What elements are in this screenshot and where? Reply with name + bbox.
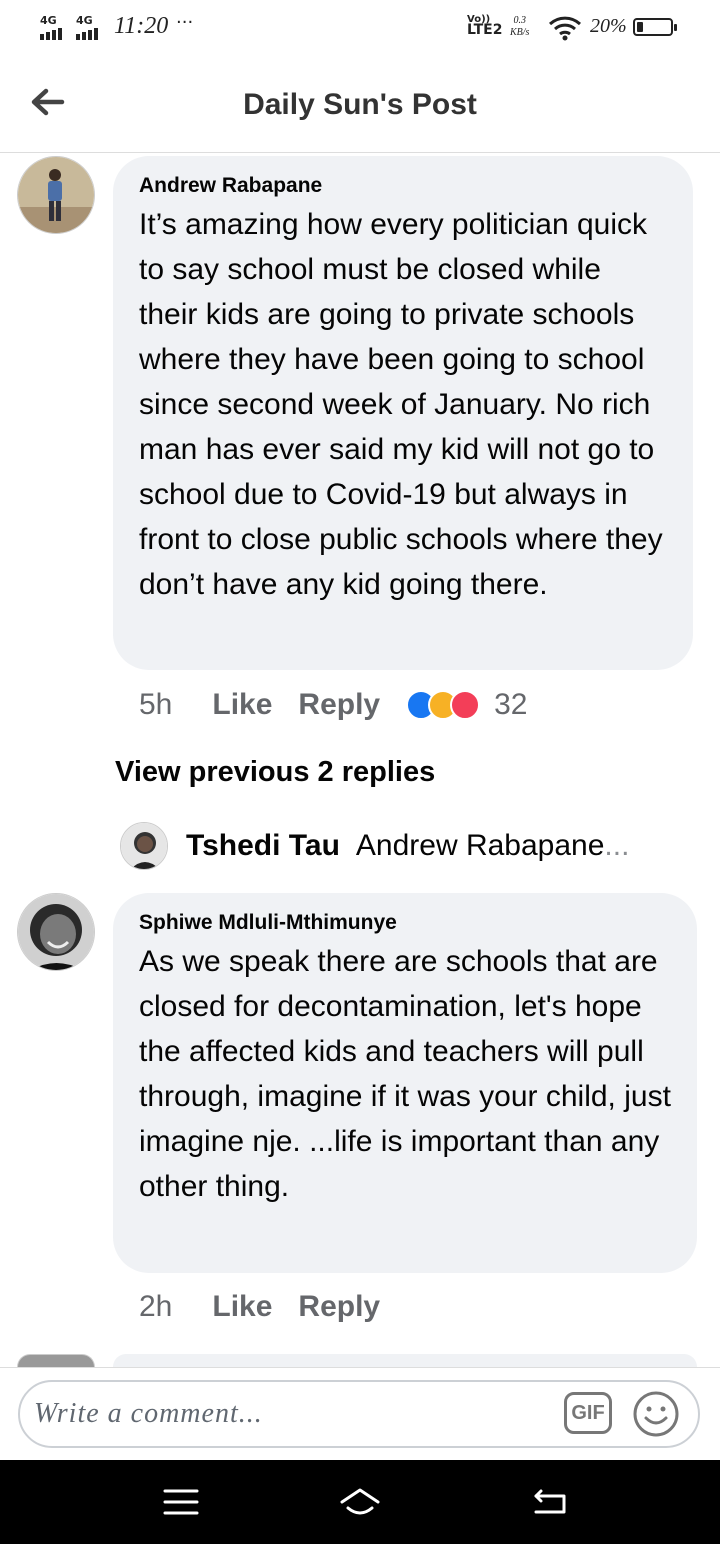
reply-button[interactable]: Reply xyxy=(298,688,380,722)
status-bar: 4G 4G 11:20 ··· Vo)) LTE2 0.3 KB/s 20% xyxy=(0,0,720,56)
comment-input-placeholder: Write a comment... xyxy=(34,1398,263,1429)
comment-input[interactable]: Write a comment... GIF xyxy=(18,1380,700,1448)
avatar-photo xyxy=(18,894,94,970)
menu-icon[interactable] xyxy=(159,1482,203,1522)
like-button[interactable]: Like xyxy=(212,1290,272,1324)
next-comment-bubble xyxy=(113,1354,697,1367)
app-header: Daily Sun's Post xyxy=(0,56,720,153)
love-icon xyxy=(450,690,481,720)
avatar-photo xyxy=(18,157,94,233)
reply-author[interactable]: Tshedi Tau xyxy=(186,829,340,863)
comment-time: 2h xyxy=(139,1290,173,1323)
reply-ellipsis: ... xyxy=(604,829,630,862)
battery-fill xyxy=(637,22,644,32)
back-icon[interactable] xyxy=(528,1482,572,1522)
volte-indicator: Vo)) LTE2 xyxy=(467,14,503,38)
network-type-2: 4G xyxy=(76,14,93,27)
avatar-sphiwe-mdluli-mthimunye[interactable] xyxy=(17,893,95,971)
avatar-andrew-rabapane[interactable] xyxy=(17,156,95,234)
avatar-tshedi-tau[interactable] xyxy=(120,822,168,870)
battery-percent: 20% xyxy=(590,15,627,37)
comment-actions: 2h Like Reply xyxy=(139,1290,406,1324)
speed-value: 0.3 xyxy=(513,15,526,26)
comment-actions: 5h Like Reply 32 xyxy=(139,688,527,722)
lte-label: LTE2 xyxy=(467,22,503,38)
comment-author[interactable]: Andrew Rabapane xyxy=(139,174,667,198)
avatar-next-comment xyxy=(17,1354,95,1367)
reaction-count: 32 xyxy=(494,688,528,721)
page-title: Daily Sun's Post xyxy=(243,88,477,121)
system-nav-bar xyxy=(0,1460,720,1544)
comment-bubble: Sphiwe Mdluli-Mthimunye As we speak ther… xyxy=(113,893,697,1273)
wifi-icon xyxy=(548,16,582,41)
reply-preview[interactable]: Tshedi Tau Andrew Rabapane ... xyxy=(120,822,629,870)
home-icon[interactable] xyxy=(338,1482,382,1522)
comment-bubble: Andrew Rabapane It’s amazing how every p… xyxy=(113,156,693,670)
comment-text: It’s amazing how every politician quick … xyxy=(139,208,663,601)
more-notifications-icon: ··· xyxy=(176,12,194,33)
network-speed: 0.3 KB/s xyxy=(510,15,529,39)
comment-text: As we speak there are schools that are c… xyxy=(139,945,671,1203)
gif-button[interactable]: GIF xyxy=(564,1392,612,1434)
view-previous-replies-link[interactable]: View previous 2 replies xyxy=(115,756,435,789)
network-type-1: 4G xyxy=(40,14,57,27)
avatar-photo xyxy=(121,823,167,869)
reactions-summary[interactable] xyxy=(406,690,481,720)
comment-composer: Write a comment... GIF xyxy=(0,1367,720,1460)
comment-time: 5h xyxy=(139,688,173,721)
reply-preview-text: Andrew Rabapane xyxy=(355,829,605,862)
speed-unit: KB/s xyxy=(510,27,530,38)
like-button[interactable]: Like xyxy=(212,688,272,722)
status-time: 11:20 xyxy=(114,13,169,39)
reply-button[interactable]: Reply xyxy=(298,1290,380,1324)
smiley-icon[interactable] xyxy=(632,1390,680,1438)
battery-icon xyxy=(633,18,677,36)
comment-author[interactable]: Sphiwe Mdluli-Mthimunye xyxy=(139,911,671,935)
